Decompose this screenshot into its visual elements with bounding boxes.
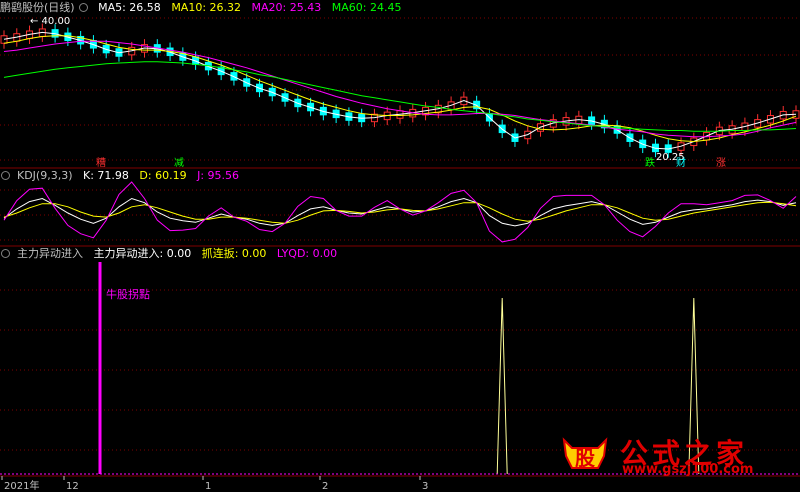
settings-circle-icon[interactable] bbox=[78, 3, 88, 12]
ma-line-ma10 bbox=[3, 35, 797, 143]
signal-marker: 涨 bbox=[716, 157, 726, 169]
x-tick-label: 1 bbox=[205, 481, 211, 492]
spike-mark bbox=[496, 297, 508, 475]
x-tick-label: 2 bbox=[322, 481, 328, 492]
indicator-v3: LYQD: 0.00 bbox=[276, 247, 338, 260]
x-axis: 2021年 12 1 2 3 bbox=[1, 476, 428, 492]
price-title: 鹏鹞股份(日线) bbox=[0, 1, 75, 14]
settings-circle-icon[interactable] bbox=[1, 171, 10, 180]
indicator-v1: 主力异动进入: 0.00 bbox=[93, 247, 192, 260]
price-panel: ← 40.0020.25糟减跌财涨 bbox=[0, 16, 800, 169]
ma60-value: MA60: 24.45 bbox=[331, 1, 402, 14]
kdj-title: KDJ(9,3,3) bbox=[17, 169, 73, 182]
kdj-k-value: K: 71.98 bbox=[83, 169, 129, 182]
settings-circle-icon[interactable] bbox=[1, 249, 10, 258]
x-tick-label: 2021年 bbox=[4, 479, 39, 492]
price-header: 鹏鹞股份(日线) MA5: 26.58 MA10: 26.32 MA20: 25… bbox=[0, 1, 408, 15]
bull-logo-icon: 股 bbox=[562, 437, 608, 470]
high-price-label: ← 40.00 bbox=[30, 16, 70, 27]
indicator-v2: 抓连扳: 0.00 bbox=[201, 247, 267, 260]
kdj-line-j bbox=[3, 181, 797, 243]
watermark: 股 公式之家 www.gszj100.com bbox=[556, 432, 796, 477]
ma10-value: MA10: 26.32 bbox=[171, 1, 242, 14]
stock-chart: ← 40.0020.25糟减跌财涨 牛股拐點 2021年 12 1 2 3 bbox=[0, 16, 800, 492]
candle-body bbox=[0, 35, 8, 44]
signal-marker: 跌 bbox=[645, 156, 655, 169]
kdj-j-value: J: 95.56 bbox=[197, 169, 240, 182]
watermark-glyph: 股 bbox=[575, 446, 595, 470]
x-tick-label: 3 bbox=[422, 481, 428, 492]
indicator-header: 主力异动进入 主力异动进入: 0.00 抓连扳: 0.00 LYQD: 0.00 bbox=[0, 247, 344, 261]
watermark-url: www.gszj100.com bbox=[622, 462, 754, 477]
ma5-value: MA5: 26.58 bbox=[98, 1, 161, 14]
kdj-header: KDJ(9,3,3) K: 71.98 D: 60.19 J: 95.56 bbox=[0, 169, 246, 183]
kdj-line-d bbox=[3, 201, 797, 224]
indicator-title: 主力异动进入 bbox=[17, 247, 83, 260]
signal-marker: 减 bbox=[174, 157, 184, 169]
kdj-panel bbox=[3, 181, 797, 243]
kdj-d-value: D: 60.19 bbox=[139, 169, 187, 182]
signal-label: 牛股拐點 bbox=[106, 287, 150, 301]
signal-marker: 糟 bbox=[96, 156, 106, 169]
signal-marker: 财 bbox=[676, 156, 686, 169]
ma20-value: MA20: 25.43 bbox=[251, 1, 322, 14]
kdj-line-k bbox=[3, 197, 797, 227]
ma-line-ma5 bbox=[3, 31, 797, 150]
x-tick-label: 12 bbox=[66, 481, 79, 492]
